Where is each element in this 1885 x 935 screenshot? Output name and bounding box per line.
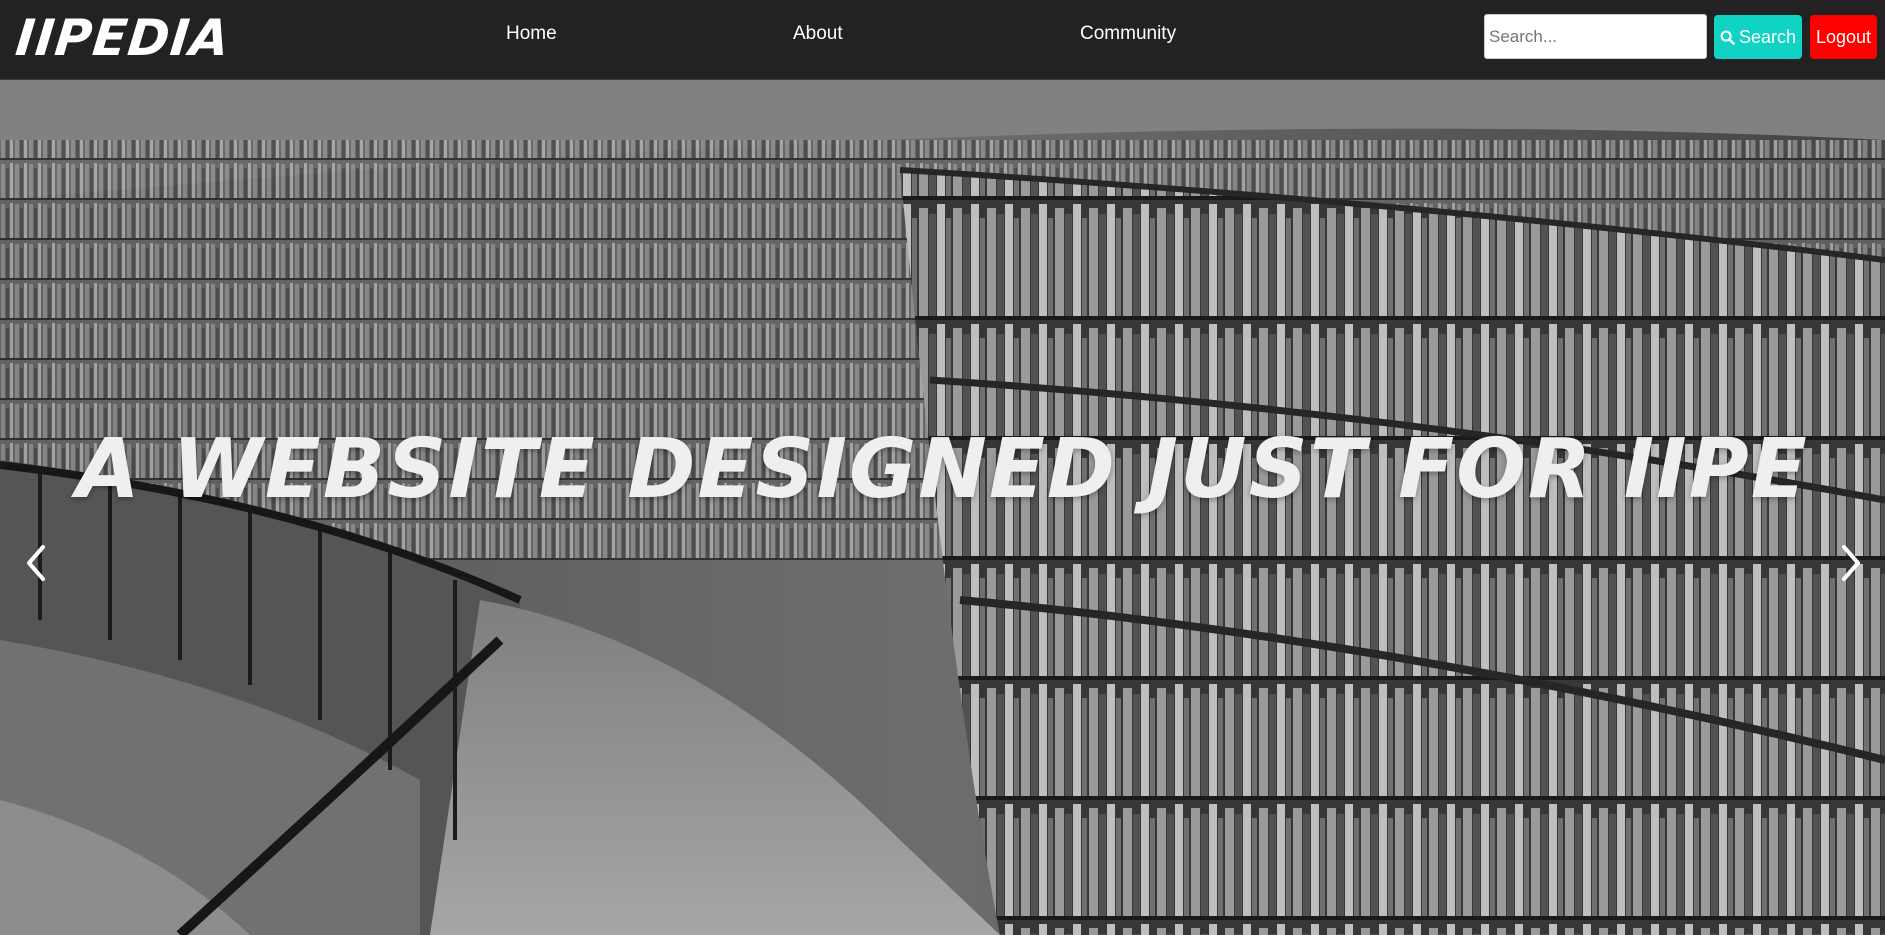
nav-link-home[interactable]: Home xyxy=(506,22,557,46)
nav-link-community[interactable]: Community xyxy=(1080,22,1176,46)
nav-link-about[interactable]: About xyxy=(793,22,843,46)
search-button[interactable]: Search xyxy=(1714,15,1802,59)
site-logo[interactable]: IIPEDIA xyxy=(13,8,233,68)
hero-carousel: A WEBSITE DESIGNED JUST FOR IIPE xyxy=(0,80,1885,935)
top-navbar: IIPEDIA Home About Community Search Logo… xyxy=(0,0,1885,80)
carousel-next-button[interactable] xyxy=(1829,535,1873,595)
hero-caption: A WEBSITE DESIGNED JUST FOR IIPE xyxy=(76,422,1809,517)
search-button-label: Search xyxy=(1738,26,1797,47)
logout-button[interactable]: Logout xyxy=(1810,15,1877,59)
chevron-right-icon xyxy=(1838,543,1864,588)
carousel-prev-button[interactable] xyxy=(14,535,58,595)
search-input[interactable] xyxy=(1484,14,1707,59)
search-icon xyxy=(1720,30,1735,45)
chevron-left-icon xyxy=(23,543,49,588)
